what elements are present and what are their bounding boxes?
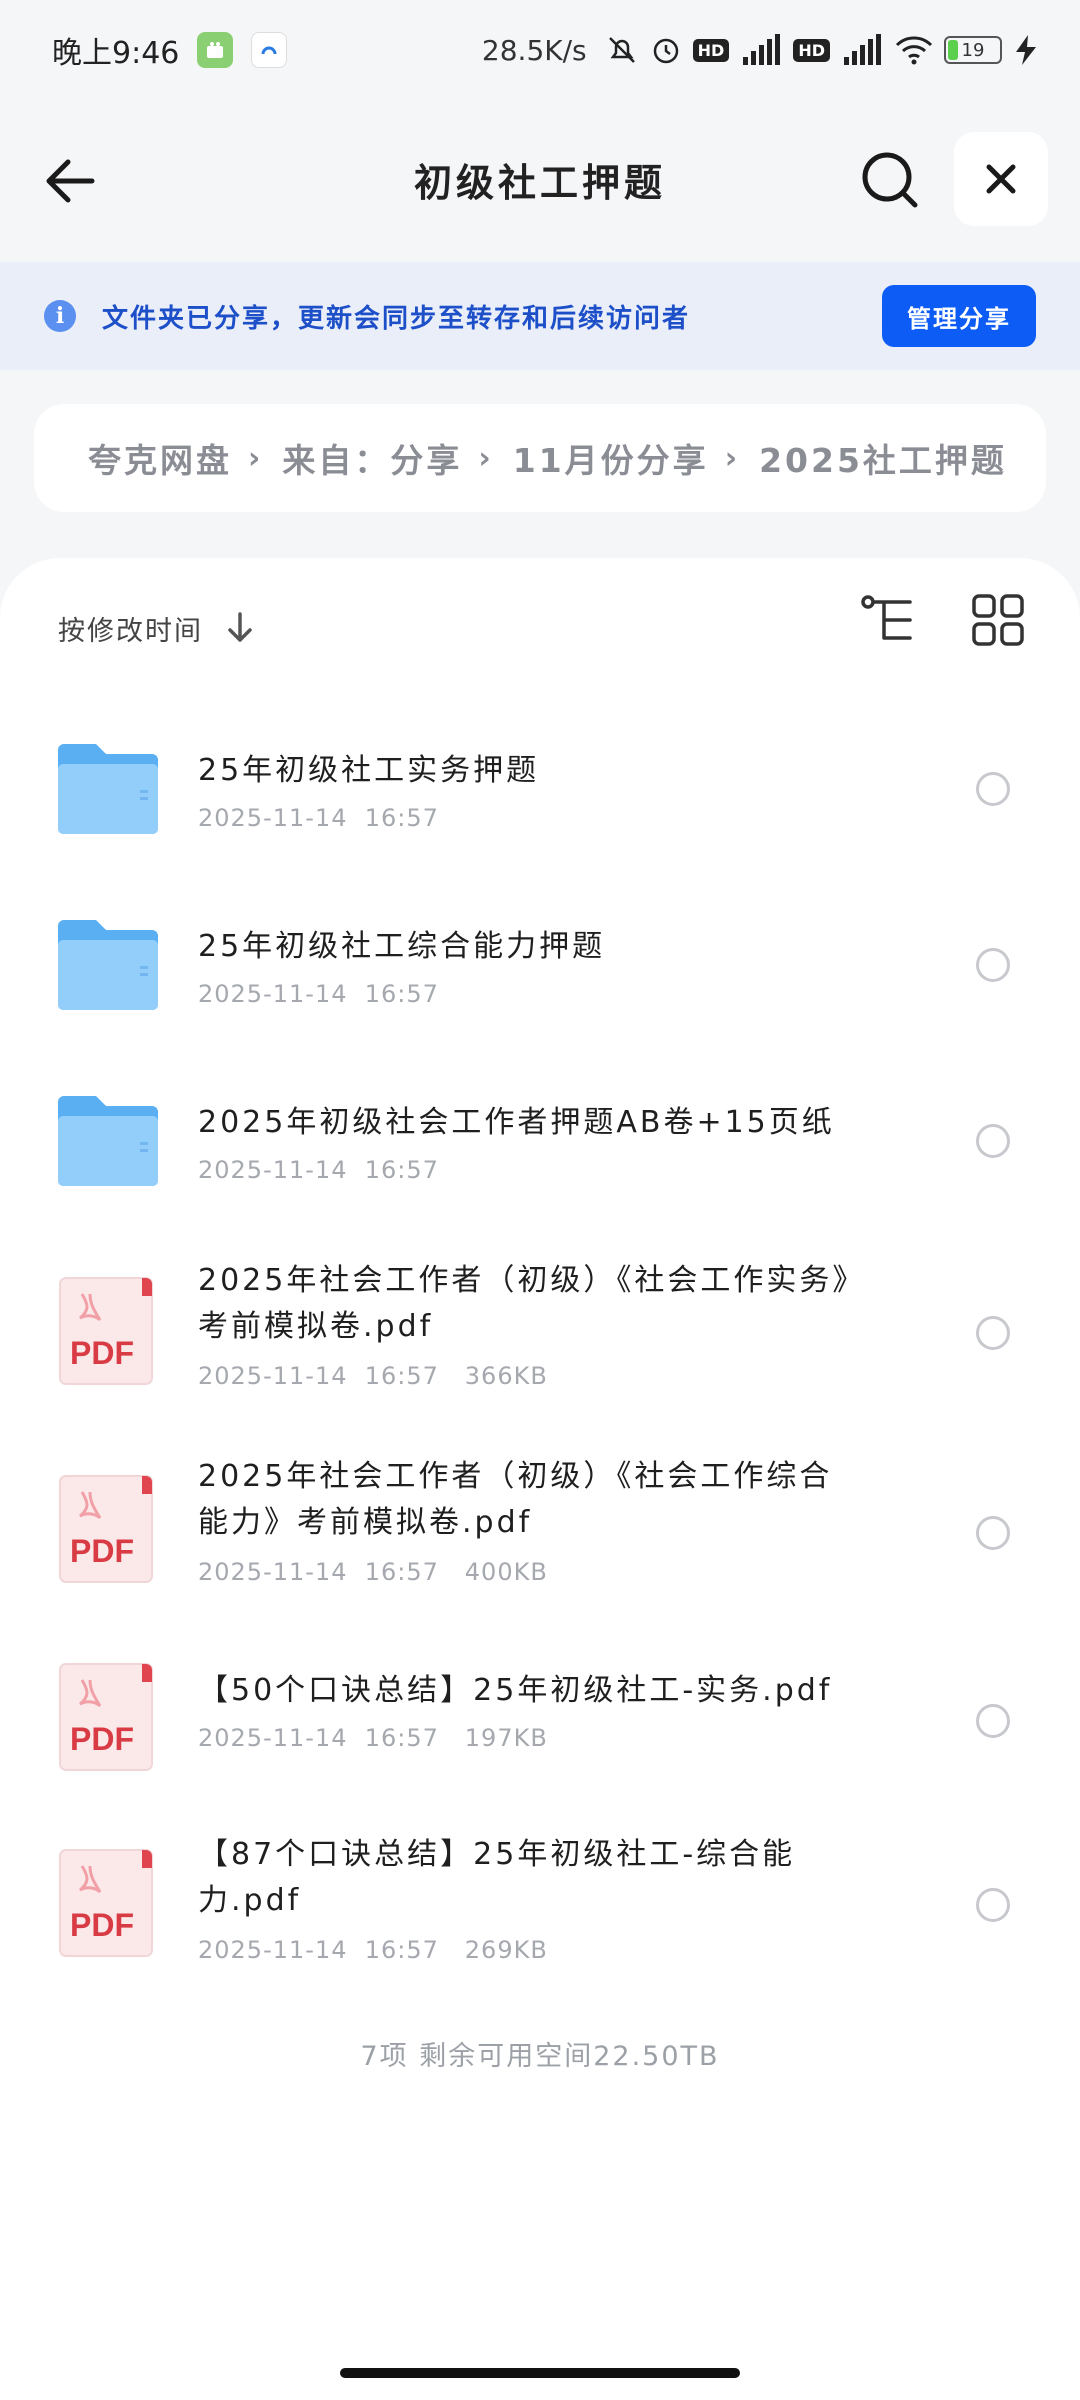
pdf-file-icon: PDF: [58, 1474, 154, 1588]
file-meta: 2025-11-14 16:57: [198, 1156, 439, 1184]
file-row-folder[interactable]: 25年初级社工综合能力押题 2025-11-14 16:57: [0, 874, 1080, 1044]
mute-bell-icon: [608, 37, 635, 63]
select-radio[interactable]: [976, 1316, 1010, 1350]
file-meta: 2025-11-14 16:57 400KB: [198, 1558, 548, 1586]
header-bar: 初级社工押题: [0, 100, 1080, 262]
pdf-file-icon: PDF: [58, 1662, 154, 1776]
file-name: 2025年社会工作者（初级）《社会工作综合能力》考前模拟卷.pdf: [198, 1459, 833, 1540]
file-row-pdf[interactable]: PDF 【50个口诀总结】25年初级社工-实务.pdf 2025-11-14 1…: [0, 1622, 1080, 1794]
battery-indicator: 19: [944, 36, 1002, 64]
back-button[interactable]: [40, 148, 110, 214]
arrow-left-icon: [46, 159, 95, 203]
file-name: 25年初级社工综合能力押题: [198, 929, 606, 964]
chevron-right-icon: ›: [724, 440, 738, 476]
pdf-file-icon: PDF: [58, 1848, 154, 1962]
file-meta: 2025-11-14 16:57: [198, 804, 439, 832]
folder-icon: [58, 920, 158, 1010]
signal-5g-icon: [844, 34, 881, 65]
close-icon: [986, 164, 1016, 194]
status-right: 28.5K/s HD HD 19: [482, 33, 1040, 67]
storage-summary: 7项 剩余可用空间22.50TB: [360, 2041, 720, 2072]
file-name: 【50个口诀总结】25年初级社工-实务.pdf: [198, 1673, 833, 1708]
search-icon: [862, 152, 918, 208]
select-radio[interactable]: [976, 1516, 1010, 1550]
battery-fill: [948, 40, 959, 60]
pdf-label: PDF: [70, 1721, 134, 1757]
breadcrumb-item-root[interactable]: 夸克网盘: [88, 434, 232, 482]
grid-icon: [972, 594, 1024, 646]
file-row-pdf[interactable]: PDF 2025年社会工作者（初级）《社会工作综合能力》考前模拟卷.pdf 20…: [0, 1424, 1080, 1620]
file-row-pdf[interactable]: PDF 【87个口诀总结】25年初级社工-综合能力.pdf 2025-11-14…: [0, 1796, 1080, 1996]
file-meta: 2025-11-14 16:57 366KB: [198, 1362, 548, 1390]
share-banner: i 文件夹已分享，更新会同步至转存和后续访问者 管理分享: [0, 262, 1080, 370]
close-button[interactable]: [954, 132, 1048, 226]
select-radio[interactable]: [976, 1704, 1010, 1738]
select-radio[interactable]: [976, 948, 1010, 982]
network-speed: 28.5K/s: [481, 33, 587, 67]
tree-view-button[interactable]: [856, 588, 920, 652]
breadcrumb-item-november[interactable]: 11月份分享: [513, 434, 709, 482]
select-radio[interactable]: [976, 1888, 1010, 1922]
pdf-label: PDF: [70, 1533, 134, 1569]
alarm-icon: [653, 38, 678, 64]
file-meta: 2025-11-14 16:57: [198, 980, 439, 1008]
chevron-right-icon: ›: [248, 440, 261, 476]
hd-badge-2: HD: [793, 38, 830, 62]
pdf-file-icon: PDF: [58, 1276, 154, 1390]
chevron-right-icon: ›: [478, 440, 491, 476]
android-app-icon: [197, 32, 234, 68]
cloud-app-icon: [251, 32, 288, 68]
file-name: 2025年社会工作者（初级）《社会工作实务》考前模拟卷.pdf: [198, 1263, 851, 1344]
file-list-panel: 按修改时间 25年初级社工实务押题 2025-11-14 16:57 25年初级…: [0, 558, 1080, 2400]
tree-icon: [861, 595, 912, 640]
select-radio[interactable]: [976, 772, 1010, 806]
status-bar: 晚上9:46 28.5K/s HD HD 19: [0, 0, 1080, 100]
sort-label: 按修改时间: [58, 615, 203, 647]
folder-icon: [58, 1096, 158, 1186]
breadcrumb-item-shared[interactable]: 来自：分享: [282, 434, 462, 482]
select-radio[interactable]: [976, 1124, 1010, 1158]
manage-share-button[interactable]: 管理分享: [882, 285, 1036, 347]
file-row-folder[interactable]: 25年初级社工实务押题 2025-11-14 16:57: [0, 698, 1080, 868]
signal-4g-icon: [743, 34, 781, 65]
file-name: 2025年初级社会工作者押题AB卷+15页纸: [198, 1105, 835, 1140]
sort-control[interactable]: 按修改时间: [58, 598, 255, 658]
wifi-icon: [895, 36, 933, 65]
pdf-label: PDF: [70, 1907, 134, 1943]
hd-badge: HD: [692, 38, 730, 62]
arrow-down-icon: [228, 612, 252, 642]
file-meta: 2025-11-14 16:57 269KB: [198, 1936, 548, 1964]
battery-level: 19: [961, 39, 985, 61]
search-button[interactable]: [855, 145, 925, 215]
charging-icon: [1016, 35, 1036, 65]
status-time: 晚上9:46: [52, 36, 180, 71]
home-indicator[interactable]: [340, 2368, 740, 2378]
info-icon: i: [44, 300, 76, 332]
folder-icon: [58, 744, 158, 834]
file-row-pdf[interactable]: PDF 2025年社会工作者（初级）《社会工作实务》考前模拟卷.pdf 2025…: [0, 1226, 1080, 1422]
breadcrumb: 夸克网盘 › 来自：分享 › 11月份分享 › 2025社工押题: [34, 404, 1046, 512]
status-left: 晚上9:46: [52, 28, 288, 72]
breadcrumb-item-current[interactable]: 2025社工押题: [759, 434, 1007, 482]
file-name: 25年初级社工实务押题: [198, 753, 540, 788]
file-meta: 2025-11-14 16:57 197KB: [198, 1724, 548, 1752]
file-row-folder[interactable]: 2025年初级社会工作者押题AB卷+15页纸 2025-11-14 16:57: [0, 1050, 1080, 1220]
file-name: 【87个口诀总结】25年初级社工-综合能力.pdf: [198, 1837, 796, 1918]
pdf-label: PDF: [70, 1335, 134, 1371]
share-banner-text: 文件夹已分享，更新会同步至转存和后续访问者: [102, 303, 691, 334]
grid-view-button[interactable]: [966, 588, 1030, 652]
